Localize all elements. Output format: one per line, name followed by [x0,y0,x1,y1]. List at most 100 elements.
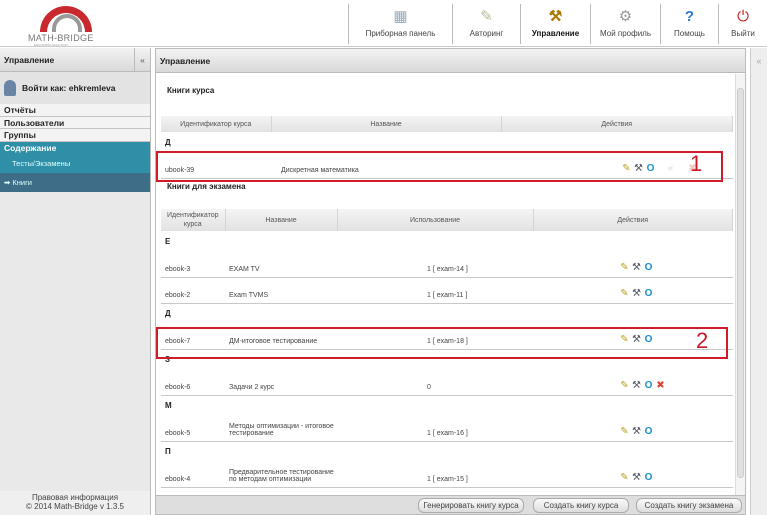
content-area: Книги курса Идентификатор курса Название Д… [156,74,736,497]
logo-subtitle: EDUCATION SOLUTION [34,43,68,47]
tools-icon[interactable]: ⚒ [631,426,642,437]
refresh-icon[interactable]: O [643,288,654,299]
group-letter: Д [165,308,171,318]
tools-icon[interactable]: ⚒ [631,380,642,391]
authoring-icon: ✎ [480,8,493,25]
sidebar-item-reports[interactable]: Отчёты [0,104,150,117]
col-header: Идентификатор курса [161,209,226,231]
book-name: Предварительное тестирование по методам … [225,461,337,488]
edit-icon[interactable]: ✎ [619,380,630,391]
edit-icon[interactable]: ✎ [619,426,630,437]
col-header: Название [225,209,338,231]
refresh-icon[interactable]: O [643,380,654,391]
sidebar-item-users[interactable]: Пользователи [0,116,150,129]
sidebar-subitem-books[interactable]: ➡ Книги [0,173,150,192]
sidebar-header: Управление « [0,48,150,72]
create-exam-book-button[interactable]: Создать книгу экзамена [636,498,742,513]
nav-profile[interactable]: ⚙ Мой профиль [590,4,660,44]
col-header: Использование [337,209,534,231]
book-usage: 0 [337,369,533,396]
refresh-icon[interactable]: O [643,262,654,273]
management-icon: ⚒ [548,8,563,25]
book-name: Exam TVMS [225,277,337,304]
user-info: Войти как: ehkremleva [0,72,150,104]
user-avatar-icon [4,80,16,96]
book-name: Задачи 2 курс [225,369,337,396]
table-row: ebook-2 Exam TVMS 1 [ exam-11 ] ✎ ⚒ O [161,277,733,304]
main-panel: Управление Книги курса Идентификатор кур… [155,48,746,515]
nav-logout[interactable]: ⏻ Выйти [718,4,767,44]
scrollbar-thumb[interactable] [737,88,744,478]
book-usage: 1 [ exam-14 ] [337,251,533,278]
sidebar-title: Управление [4,55,55,65]
book-id: ebook-6 [161,369,225,396]
generate-course-book-button[interactable]: Генерировать книгу курса [418,498,524,513]
refresh-icon[interactable]: O [643,472,654,483]
book-name: Методы оптимизации - итоговое тестирован… [225,415,337,442]
top-header: MATH-BRIDGE EDUCATION SOLUTION ▦ Приборна… [0,0,767,47]
book-usage: 1 [ exam-15 ] [337,461,533,488]
book-id: ebook-2 [161,277,225,304]
tools-icon[interactable]: ⚒ [631,262,642,273]
nav-label: Помощь [674,29,705,38]
group-letter: М [165,400,172,410]
sidebar-subitem-tests[interactable]: Тесты/Экзамены [0,154,150,173]
highlight-box-1 [156,151,723,182]
vertical-scrollbar[interactable] [735,74,745,497]
create-course-book-button[interactable]: Создать книгу курса [533,498,629,513]
logout-icon: ⏻ [737,8,749,25]
nav-label: Приборная панель [365,29,436,38]
edit-icon[interactable]: ✎ [619,262,630,273]
table-row: ebook-5 Методы оптимизации - итоговое тес… [161,415,733,442]
col-header: Идентификатор курса [161,116,272,132]
sidebar: Управление « Войти как: ehkremleva Отчёты… [0,48,151,515]
button-bar: Генерировать книгу курса Создать книгу к… [156,495,745,514]
group-letter: Е [165,236,171,246]
book-id: ebook-3 [161,251,225,278]
nav-label: Выйти [731,29,755,38]
annotation-1: 1 [690,151,703,176]
col-header: Название [271,116,502,132]
nav-dashboard[interactable]: ▦ Приборная панель [348,4,452,44]
collapse-sidebar-button[interactable]: « [134,48,150,72]
col-header: Действия [533,209,733,231]
logo-text: MATH-BRIDGE [28,33,94,43]
nav-label: Управление [531,29,580,38]
edit-icon[interactable]: ✎ [619,472,630,483]
book-name: EXAM TV [225,251,337,278]
delete-icon[interactable]: ✖ [655,380,666,391]
sidebar-footer: Правовая информация © 2014 Math-Bridge v … [0,491,150,515]
sidebar-item-content[interactable]: Содержание [0,141,150,154]
sidebar-subitem-label: Книги [12,178,33,187]
course-books-title: Книги курса [167,86,215,95]
version-text: © 2014 Math-Bridge v 1.3.5 [26,502,124,511]
edit-icon[interactable]: ✎ [619,288,630,299]
book-id: ebook-5 [161,415,225,442]
tools-icon[interactable]: ⚒ [631,288,642,299]
annotation-2: 2 [696,328,709,353]
nav-help[interactable]: ? Помощь [660,4,718,44]
book-id: ebook-4 [161,461,225,488]
sidebar-item-groups[interactable]: Группы [0,129,150,142]
refresh-icon[interactable]: O [643,426,654,437]
tools-icon[interactable]: ⚒ [631,472,642,483]
table-row: ebook-6 Задачи 2 курс 0 ✎ ⚒ O ✖ [161,369,733,396]
nav-authoring[interactable]: ✎ Авторинг [452,4,520,44]
group-letter: П [165,446,171,456]
table-row: ebook-3 EXAM TV 1 [ exam-14 ] ✎ ⚒ O [161,251,733,278]
nav-label: Мой профиль [599,29,651,38]
expand-icon[interactable]: « [751,56,767,66]
right-collapsed-panel[interactable]: « [750,48,767,515]
legal-info-link[interactable]: Правовая информация [0,493,150,502]
group-letter: Д [165,137,171,147]
book-usage: 1 [ exam-16 ] [337,415,533,442]
user-label: Войти как: ehkremleva [22,83,116,93]
dashboard-icon: ▦ [393,8,408,25]
col-header: Действия [501,116,733,132]
table-row: ebook-4 Предварительное тестирование по м… [161,461,733,488]
highlight-box-2 [156,327,728,359]
book-usage: 1 [ exam-11 ] [337,277,533,304]
nav-management[interactable]: ⚒ Управление [520,4,590,44]
help-icon: ? [684,8,695,25]
main-header: Управление [156,49,745,73]
